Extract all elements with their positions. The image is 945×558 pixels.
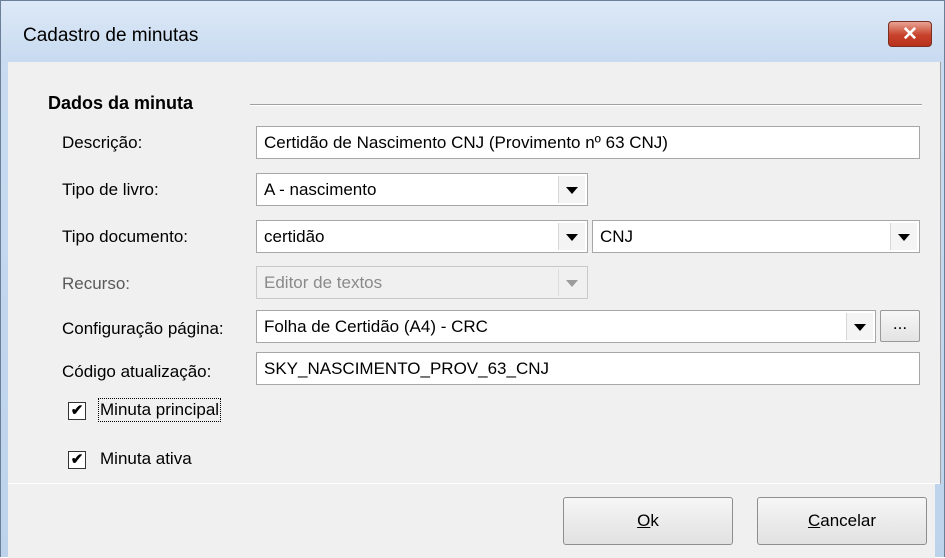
codigo-atualizacao-input[interactable]: SKY_NASCIMENTO_PROV_63_CNJ xyxy=(256,352,920,385)
checkmark-icon[interactable]: ✔ xyxy=(68,451,86,469)
recurso-label: Recurso: xyxy=(62,274,131,293)
minuta-ativa-label[interactable]: Minuta ativa xyxy=(100,449,192,469)
window-title: Cadastro de minutas xyxy=(23,25,199,46)
recurso-select: Editor de textos xyxy=(256,266,588,299)
tipo-livro-label: Tipo de livro: xyxy=(62,180,159,199)
tipo-documento-sub-value: CNJ xyxy=(600,227,634,246)
panel-separator xyxy=(8,483,940,484)
checkmark-icon[interactable]: ✔ xyxy=(68,402,86,420)
recurso-value: Editor de textos xyxy=(264,273,383,292)
config-pagina-label: Configuração página: xyxy=(62,319,224,338)
descricao-input[interactable]: Certidão de Nascimento CNJ (Provimento n… xyxy=(256,126,920,159)
tipo-documento-label: Tipo documento: xyxy=(62,227,188,246)
close-button[interactable]: ✕ xyxy=(888,21,932,47)
descricao-value: Certidão de Nascimento CNJ (Provimento n… xyxy=(264,133,668,152)
tipo-documento-sub-select[interactable]: CNJ xyxy=(592,220,920,253)
ok-button[interactable]: Ok xyxy=(563,497,733,545)
cancel-mnemonic: C xyxy=(807,511,821,530)
tipo-livro-value: A - nascimento xyxy=(264,180,377,199)
chevron-down-icon[interactable] xyxy=(558,176,585,203)
descricao-label: Descrição: xyxy=(62,133,143,152)
tipo-documento-select[interactable]: certidão xyxy=(256,220,588,253)
ok-mnemonic: O xyxy=(637,511,651,530)
chevron-down-icon[interactable] xyxy=(890,223,917,250)
browse-button[interactable]: ... xyxy=(880,310,920,342)
ok-label-rest: k xyxy=(650,511,659,530)
chevron-down-icon xyxy=(558,269,585,296)
chevron-down-icon[interactable] xyxy=(846,313,873,340)
tipo-livro-select[interactable]: A - nascimento xyxy=(256,173,588,206)
title-bar[interactable]: Cadastro de minutas ✕ xyxy=(1,0,944,63)
tipo-documento-value: certidão xyxy=(264,227,325,246)
codigo-atualizacao-label: Código atualização: xyxy=(62,362,212,381)
cancel-button[interactable]: Cancelar xyxy=(757,497,927,545)
config-pagina-select[interactable]: Folha de Certidão (A4) - CRC xyxy=(256,310,876,343)
close-icon: ✕ xyxy=(902,24,918,45)
codigo-atualizacao-value: SKY_NASCIMENTO_PROV_63_CNJ xyxy=(264,359,550,378)
config-pagina-value: Folha de Certidão (A4) - CRC xyxy=(264,317,488,336)
group-divider xyxy=(250,104,922,106)
chevron-down-icon[interactable] xyxy=(558,223,585,250)
cancel-label-rest: ancelar xyxy=(820,511,877,530)
group-title: Dados da minuta xyxy=(48,93,194,113)
minuta-principal-label[interactable]: Minuta principal xyxy=(97,398,222,422)
